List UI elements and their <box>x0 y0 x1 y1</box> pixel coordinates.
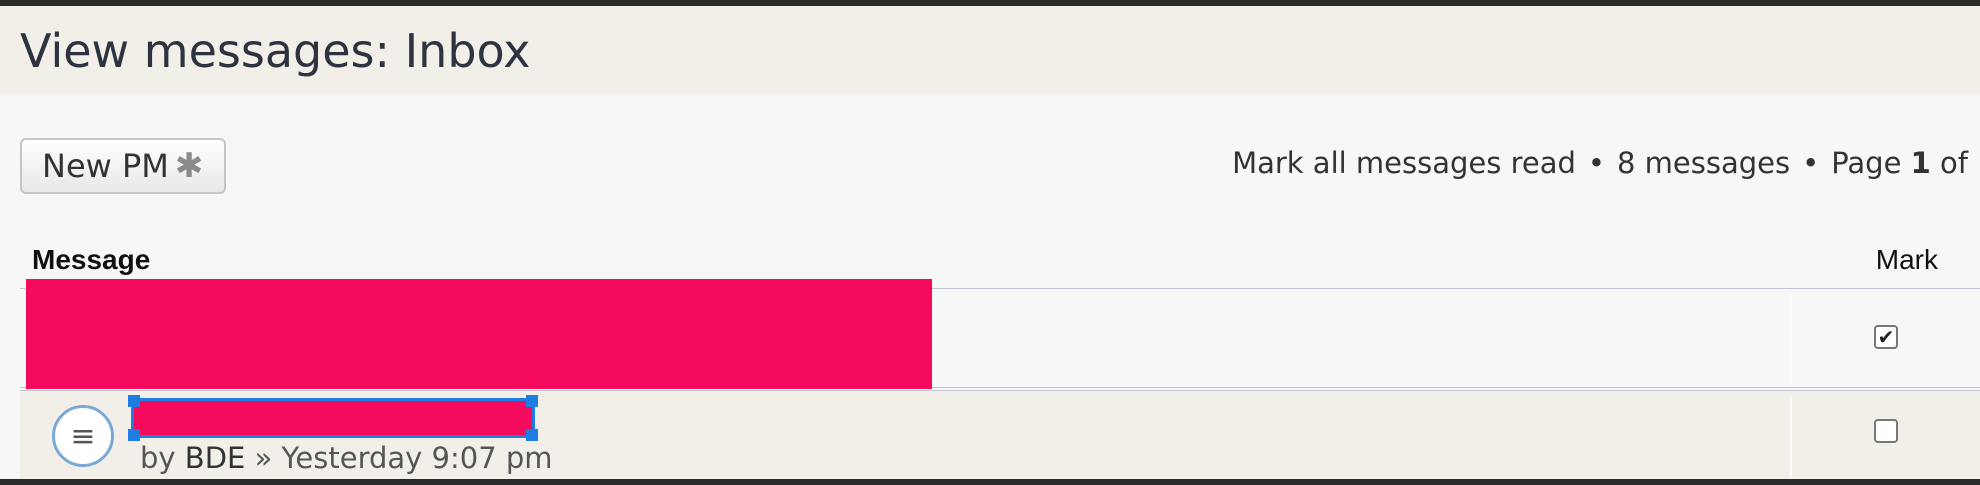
current-page: 1 <box>1910 146 1931 180</box>
column-divider <box>1790 295 1792 381</box>
selection-handle[interactable] <box>128 395 140 407</box>
table-row[interactable]: ≡ by BDE » Yesterday 9:07 pm <box>20 390 1980 483</box>
by-prefix: by <box>140 441 176 475</box>
asterisk-icon: ✱ <box>174 146 204 186</box>
separator: • <box>1587 146 1605 180</box>
page-suffix: of <box>1940 146 1968 180</box>
table-row[interactable]: ✔ <box>20 279 1980 389</box>
new-pm-button[interactable]: New PM ✱ <box>20 138 226 194</box>
pagination-bar: Mark all messages read • 8 messages • Page 1… <box>1232 146 1968 180</box>
author-link[interactable]: BDE <box>185 441 246 475</box>
bottom-border <box>0 479 1980 485</box>
redacted-message-title[interactable] <box>131 398 535 438</box>
mark-checkbox[interactable]: ✔ <box>1874 325 1898 349</box>
message-meta: by BDE » Yesterday 9:07 pm <box>140 441 553 475</box>
separator: • <box>1802 146 1820 180</box>
message-count: 8 messages <box>1616 146 1791 180</box>
column-divider <box>1790 397 1792 483</box>
selection-handle[interactable] <box>526 429 538 441</box>
mark-checkbox[interactable] <box>1874 419 1898 443</box>
column-header-message: Message <box>32 244 151 275</box>
page-prefix: Page <box>1831 146 1902 180</box>
message-time: Yesterday 9:07 pm <box>281 441 553 475</box>
column-header-mark: Mark <box>1875 244 1938 275</box>
new-pm-label: New PM <box>42 147 169 185</box>
page-title: View messages: Inbox <box>20 24 531 78</box>
inbox-panel: New PM ✱ Mark all messages read • 8 messag… <box>0 94 1980 483</box>
selection-handle[interactable] <box>128 429 140 441</box>
mark-all-read-link[interactable]: Mark all messages read <box>1232 146 1576 180</box>
selection-handle[interactable] <box>526 395 538 407</box>
message-read-icon: ≡ <box>52 405 114 467</box>
redacted-message-title <box>26 279 932 389</box>
meta-separator: » <box>254 441 273 475</box>
page-header: View messages: Inbox <box>0 6 1980 94</box>
